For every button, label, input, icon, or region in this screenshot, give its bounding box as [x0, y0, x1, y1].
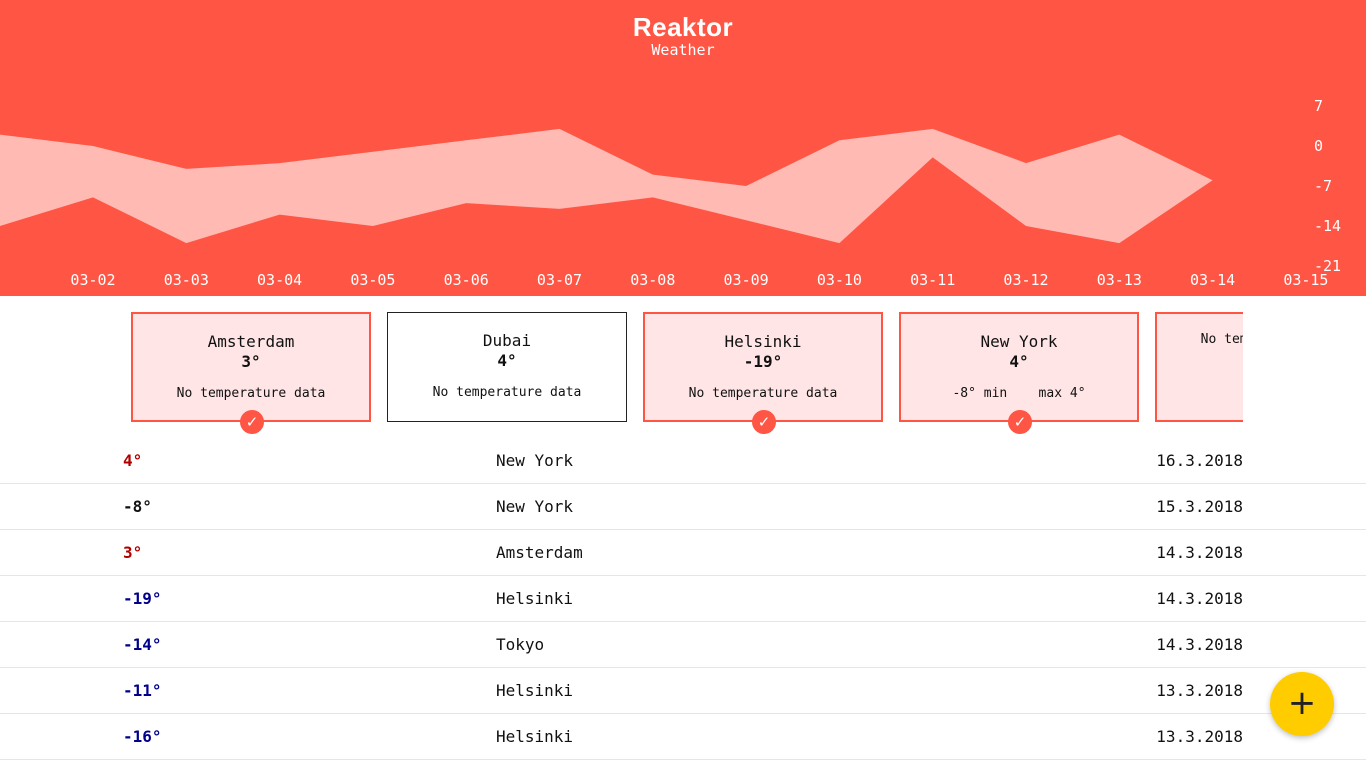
observation-city: Helsinki	[496, 681, 574, 700]
list-item: -11° Helsinki 13.3.2018	[0, 668, 1366, 714]
x-tick-label: 03-09	[724, 271, 769, 289]
card-city: Helsinki	[724, 332, 802, 351]
header: 03-02 03-03 03-04 03-05 03-06 03-07 03-08 03-09…	[0, 0, 1366, 296]
x-tick-label: 03-08	[630, 271, 675, 289]
card-info: No temperature data	[432, 385, 582, 400]
y-tick-label: 0	[1314, 137, 1323, 155]
y-tick-label: -14	[1314, 217, 1341, 235]
observation-temp: -14°	[123, 635, 162, 654]
observation-temp: -19°	[123, 589, 162, 608]
x-tick-label: 03-04	[257, 271, 302, 289]
city-card-helsinki[interactable]: Helsinki -19° No temperature data ✓	[643, 312, 883, 434]
list-item: -16° Helsinki 13.3.2018	[0, 714, 1366, 760]
x-tick-label: 03-11	[910, 271, 955, 289]
check-icon: ✓	[240, 410, 264, 434]
card-temp: 3°	[241, 352, 261, 371]
observation-temp: 3°	[123, 543, 143, 562]
check-icon: ✓	[1008, 410, 1032, 434]
observation-date: 13.3.2018	[1156, 727, 1243, 746]
city-card-partial[interactable]: No temperature data	[1155, 312, 1243, 422]
observation-city: New York	[496, 451, 574, 470]
y-tick-label: -21	[1314, 257, 1341, 275]
card-city: Dubai	[482, 331, 532, 350]
observation-date: 14.3.2018	[1156, 589, 1243, 608]
list-item: 4° New York 16.3.2018	[0, 438, 1366, 484]
observation-list: 4° New York 16.3.2018 -8° New York 15.3.…	[0, 438, 1366, 760]
x-tick-label: 03-10	[817, 271, 862, 289]
observation-date: 15.3.2018	[1156, 497, 1243, 516]
list-item: -8° New York 15.3.2018	[0, 484, 1366, 530]
add-observation-button[interactable]: +	[1270, 672, 1334, 736]
card-info: No temperature data	[1200, 332, 1243, 347]
x-tick-label: 03-03	[164, 271, 209, 289]
x-tick-label: 03-02	[70, 271, 115, 289]
check-icon: ✓	[752, 410, 776, 434]
observation-date: 13.3.2018	[1156, 681, 1243, 700]
observation-date: 16.3.2018	[1156, 451, 1243, 470]
observation-temp: 4°	[123, 451, 143, 470]
card-info: No temperature data	[688, 386, 838, 401]
x-tick-label: 03-05	[350, 271, 395, 289]
card-info: -8° min max 4°	[952, 386, 1086, 401]
list-item: 3° Amsterdam 14.3.2018	[0, 530, 1366, 576]
observation-city: New York	[496, 497, 574, 516]
city-card-amsterdam[interactable]: Amsterdam 3° No temperature data ✓	[131, 312, 371, 434]
observation-city: Amsterdam	[496, 543, 583, 562]
observation-city: Helsinki	[496, 589, 574, 608]
city-card-dubai[interactable]: Dubai 4° No temperature data	[387, 312, 627, 422]
observation-temp: -8°	[123, 497, 152, 516]
observation-temp: -11°	[123, 681, 162, 700]
x-tick-label: 03-14	[1190, 271, 1235, 289]
brand-subtitle: Weather	[651, 41, 715, 59]
card-city: New York	[980, 332, 1058, 351]
card-info: No temperature data	[176, 386, 326, 401]
logo: Reaktor Weather	[0, 12, 1366, 58]
observation-temp: -16°	[123, 727, 162, 746]
city-cards: Amsterdam 3° No temperature data ✓ Dubai…	[131, 312, 1243, 436]
x-tick-label: 03-07	[537, 271, 582, 289]
observation-date: 14.3.2018	[1156, 543, 1243, 562]
card-city: Amsterdam	[207, 332, 295, 351]
y-tick-label: -7	[1314, 177, 1332, 195]
observation-city: Tokyo	[496, 635, 545, 654]
list-item: -14° Tokyo 14.3.2018	[0, 622, 1366, 668]
card-temp: -19°	[743, 352, 783, 371]
observation-city: Helsinki	[496, 727, 574, 746]
brand-name: Reaktor	[632, 12, 734, 42]
temperature-band	[0, 128, 1213, 244]
x-tick-label: 03-06	[444, 271, 489, 289]
city-card-new-york[interactable]: New York 4° -8° min max 4° ✓	[899, 312, 1139, 434]
x-tick-label: 03-12	[1003, 271, 1048, 289]
card-temp: 4°	[497, 351, 517, 370]
observation-date: 14.3.2018	[1156, 635, 1243, 654]
plus-icon: +	[1287, 683, 1317, 723]
x-tick-label: 03-13	[1097, 271, 1142, 289]
y-tick-label: 7	[1314, 97, 1323, 115]
card-temp: 4°	[1009, 352, 1029, 371]
list-item: -19° Helsinki 14.3.2018	[0, 576, 1366, 622]
